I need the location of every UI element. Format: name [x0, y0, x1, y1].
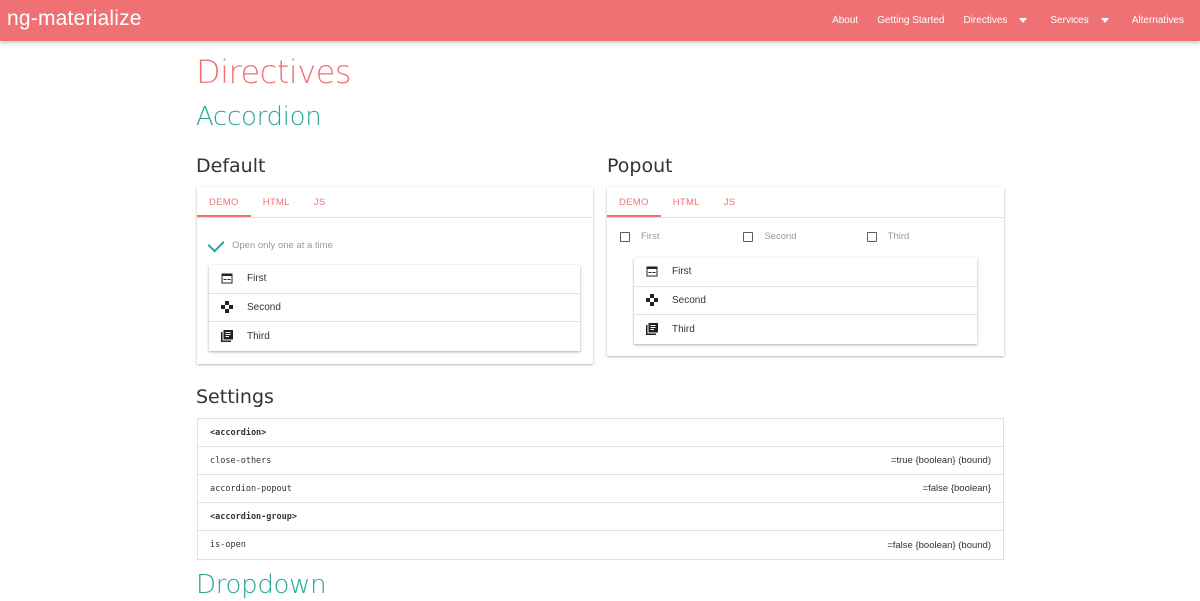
default-tabs: DEMO HTML JS — [197, 187, 593, 218]
accordion-item-third[interactable]: Third — [634, 315, 977, 344]
section-title-accordion: Accordion — [196, 102, 322, 132]
accordion-item-second[interactable]: Second — [209, 294, 580, 322]
brand-logo[interactable]: ng-materialize — [7, 7, 142, 31]
tab-html[interactable]: HTML — [251, 187, 302, 217]
settings-row: is-open =false {boolean} (bound) — [198, 531, 1003, 559]
tab-js[interactable]: JS — [712, 187, 748, 217]
web-asset-icon — [646, 266, 658, 278]
default-demo-card: DEMO HTML JS Open only one at a time Fir… — [197, 187, 593, 364]
top-navbar: ng-materialize About Getting Started Dir… — [0, 0, 1200, 41]
setting-name: <accordion-group> — [210, 511, 297, 522]
tab-demo[interactable]: DEMO — [197, 187, 251, 217]
page-title: Directives — [196, 53, 352, 91]
settings-row: <accordion> — [198, 419, 1003, 447]
nav-link-services[interactable]: Services — [1050, 15, 1112, 26]
caret-down-icon — [1019, 18, 1028, 23]
popout-demo-card: DEMO HTML JS First Second Third First Se… — [607, 187, 1004, 356]
nav-link-getting-started-label: Getting Started — [877, 15, 945, 26]
accordion-item-label: First — [247, 273, 267, 285]
setting-name: <accordion> — [210, 427, 267, 438]
accordion-item-label: First — [672, 266, 692, 278]
open-only-one-checkbox[interactable]: Open only one at a time — [207, 235, 333, 252]
checkbox-third[interactable]: Third — [866, 231, 990, 242]
tab-html[interactable]: HTML — [661, 187, 712, 217]
library-books-icon — [646, 323, 658, 336]
setting-name: is-open — [210, 540, 246, 550]
accordion-item-second[interactable]: Second — [634, 287, 977, 315]
nav-link-services-label: Services — [1050, 15, 1089, 26]
gamepad-icon — [646, 294, 658, 307]
checkbox-box[interactable] — [620, 231, 630, 242]
accordion-item-label: Second — [672, 294, 706, 306]
setting-name: close-others — [210, 455, 272, 466]
settings-row: <accordion-group> — [198, 503, 1003, 531]
checkbox-label: Second — [764, 231, 797, 242]
nav-links: About Getting Started Directives Service… — [813, 0, 1184, 41]
setting-name: accordion-popout — [210, 483, 292, 494]
checkmark-icon — [207, 235, 225, 252]
nav-link-about-label: About — [832, 15, 859, 26]
setting-value: =false {boolean} (bound) — [887, 539, 991, 551]
checkbox-second[interactable]: Second — [743, 231, 866, 242]
open-only-one-label: Open only one at a time — [232, 240, 333, 251]
nav-link-directives-label: Directives — [963, 15, 1008, 26]
checkbox-label: First — [641, 231, 660, 242]
subsection-title-default: Default — [196, 155, 266, 177]
settings-table: <accordion> close-others =true {boolean}… — [197, 418, 1004, 560]
checkbox-label: Third — [887, 231, 910, 242]
setting-value: =false {boolean} — [922, 483, 991, 494]
default-accordion: First Second Third — [209, 265, 580, 351]
nav-link-alternatives-label: Alternatives — [1131, 15, 1184, 26]
nav-link-alternatives[interactable]: Alternatives — [1132, 15, 1184, 26]
web-asset-icon — [221, 273, 233, 285]
nav-link-directives[interactable]: Directives — [963, 15, 1031, 26]
setting-value: =true {boolean} (bound) — [890, 455, 991, 466]
caret-down-icon — [1100, 18, 1109, 23]
accordion-item-first[interactable]: First — [634, 258, 977, 287]
tab-demo[interactable]: DEMO — [607, 187, 661, 217]
accordion-item-first[interactable]: First — [209, 265, 580, 294]
checkbox-first[interactable]: First — [620, 231, 743, 242]
checkbox-box[interactable] — [866, 231, 877, 242]
nav-link-getting-started[interactable]: Getting Started — [877, 15, 944, 26]
tab-js[interactable]: JS — [302, 187, 338, 217]
accordion-item-label: Third — [672, 323, 695, 335]
accordion-item-label: Third — [247, 330, 270, 342]
popout-checkbox-row: First Second Third — [620, 231, 990, 242]
library-books-icon — [221, 330, 233, 343]
popout-tabs: DEMO HTML JS — [607, 187, 1004, 218]
subsection-title-popout: Popout — [607, 155, 673, 177]
gamepad-icon — [221, 301, 233, 314]
section-title-dropdown: Dropdown — [196, 570, 327, 600]
checkbox-box[interactable] — [743, 231, 754, 242]
popout-accordion: First Second Third — [634, 258, 977, 344]
accordion-item-third[interactable]: Third — [209, 322, 580, 351]
nav-link-about[interactable]: About — [832, 15, 858, 26]
subsection-title-settings: Settings — [196, 386, 274, 408]
settings-row: accordion-popout =false {boolean} — [198, 475, 1003, 503]
accordion-item-label: Second — [247, 301, 281, 313]
settings-row: close-others =true {boolean} (bound) — [198, 447, 1003, 475]
